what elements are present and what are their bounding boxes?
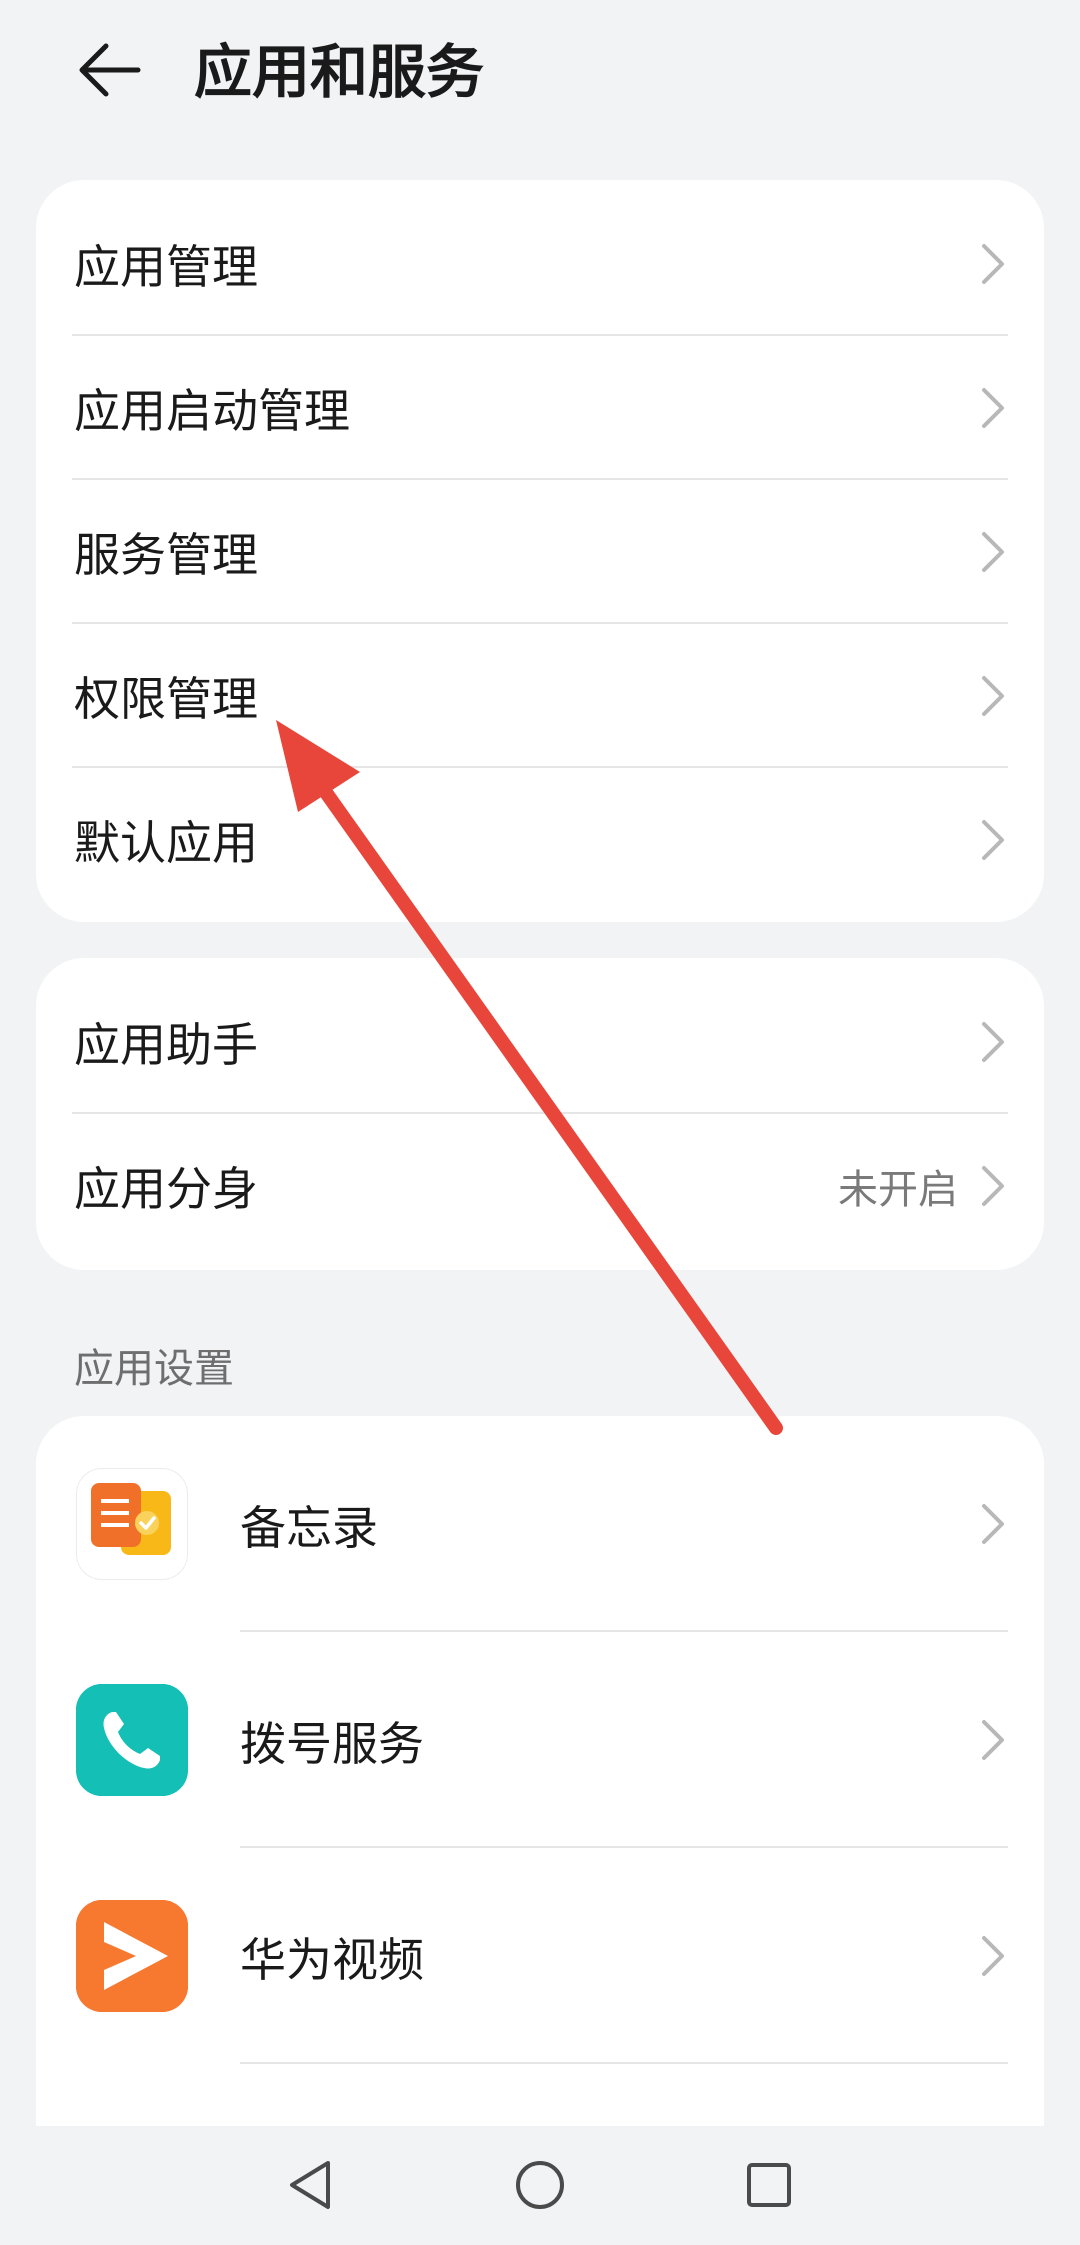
nav-recents-button[interactable] xyxy=(724,2140,814,2230)
app-row-huawei-video[interactable]: 华为视频 xyxy=(36,1848,1044,2064)
app-settings-group: 备忘录 拨号服务 华为视频 xyxy=(36,1416,1044,2216)
system-nav-bar xyxy=(0,2126,1080,2245)
chevron-right-icon xyxy=(982,388,1004,428)
app-row-label: 备忘录 xyxy=(240,1501,378,1555)
settings-group-1: 应用管理 应用启动管理 服务管理 权限管理 默认应用 xyxy=(36,180,1044,922)
chevron-right-icon xyxy=(982,244,1004,284)
settings-group-2: 应用助手 应用分身 未开启 xyxy=(36,958,1044,1270)
section-header: 应用设置 xyxy=(74,1346,234,1392)
list-item-service-management[interactable]: 服务管理 xyxy=(36,480,1044,624)
app-row-label: 拨号服务 xyxy=(240,1717,424,1771)
back-button[interactable] xyxy=(70,30,150,110)
list-item-app-launch-management[interactable]: 应用启动管理 xyxy=(36,336,1044,480)
list-item-permission-management[interactable]: 权限管理 xyxy=(36,624,1044,768)
list-item-label: 服务管理 xyxy=(74,528,258,582)
list-item-label: 权限管理 xyxy=(74,672,258,726)
chevron-right-icon xyxy=(982,1022,1004,1062)
phone-app-icon xyxy=(76,1684,188,1796)
app-row-memo[interactable]: 备忘录 xyxy=(36,1416,1044,1632)
chevron-right-icon xyxy=(982,820,1004,860)
list-item-label: 应用助手 xyxy=(74,1018,258,1072)
list-item-label: 应用分身 xyxy=(74,1162,258,1216)
page-title: 应用和服务 xyxy=(194,38,485,106)
divider xyxy=(240,2062,1008,2064)
list-item-app-assistant[interactable]: 应用助手 xyxy=(36,970,1044,1114)
chevron-right-icon xyxy=(982,1504,1004,1544)
list-item-app-management[interactable]: 应用管理 xyxy=(36,192,1044,336)
nav-home-button[interactable] xyxy=(495,2140,585,2230)
chevron-right-icon xyxy=(982,1166,1004,1206)
list-item-default-apps[interactable]: 默认应用 xyxy=(36,768,1044,912)
list-item-label: 应用启动管理 xyxy=(74,384,350,438)
nav-back-icon xyxy=(290,2161,330,2209)
list-item-app-twin[interactable]: 应用分身 未开启 xyxy=(36,1114,1044,1258)
nav-recents-icon xyxy=(747,2163,791,2207)
nav-home-icon xyxy=(516,2161,564,2209)
memo-app-icon xyxy=(76,1468,188,1580)
app-bar: 应用和服务 xyxy=(0,0,1080,150)
status-value: 未开启 xyxy=(838,1167,958,1213)
chevron-right-icon xyxy=(982,532,1004,572)
app-row-label: 华为视频 xyxy=(240,1933,424,1987)
nav-back-button[interactable] xyxy=(265,2140,355,2230)
list-item-label: 默认应用 xyxy=(74,816,258,870)
video-app-icon xyxy=(76,1900,188,2012)
arrow-left-icon xyxy=(79,43,141,97)
chevron-right-icon xyxy=(982,676,1004,716)
chevron-right-icon xyxy=(982,1936,1004,1976)
app-row-phone-service[interactable]: 拨号服务 xyxy=(36,1632,1044,1848)
list-item-label: 应用管理 xyxy=(74,240,258,294)
chevron-right-icon xyxy=(982,1720,1004,1760)
